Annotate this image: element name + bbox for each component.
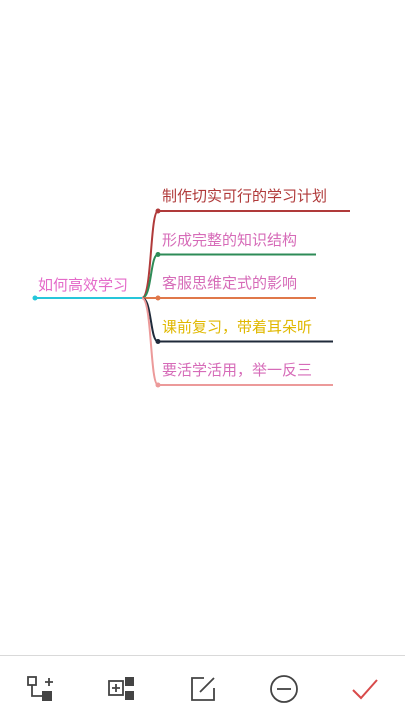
branch-dot [155,252,161,257]
branch-node-label[interactable]: 形成完整的知识结构 [162,231,297,249]
delete-button[interactable] [262,667,306,711]
branch-dot [155,208,161,214]
add-child-button[interactable] [19,667,63,711]
delete-icon [269,674,298,703]
confirm-button[interactable] [343,667,387,711]
root-node[interactable]: 如何高效学习 [38,276,128,294]
branch-dot [155,295,161,301]
edit-icon [190,676,215,701]
add-sibling-node-icon [107,676,134,700]
branch-node-label[interactable]: 课前复习，带着耳朵听 [162,318,312,336]
branch-node-label[interactable]: 制作切实可行的学习计划 [162,187,327,205]
mindmap-canvas[interactable]: 如何高效学习 制作切实可行的学习计划 形成完整的知识结构 客服思维定式的影响 课前复习… [0,0,405,655]
edit-button[interactable] [181,667,225,711]
add-sibling-button[interactable] [100,667,144,711]
add-child-node-icon [26,675,53,701]
branch-node-label[interactable]: 客服思维定式的影响 [162,274,297,292]
branch-dot [155,382,161,388]
confirm-check-icon [351,678,378,699]
root-dot [32,295,38,301]
branch-node-label[interactable]: 要活学活用，举一反三 [162,361,312,379]
branch-dot [155,339,161,344]
bottom-toolbar [0,655,405,721]
